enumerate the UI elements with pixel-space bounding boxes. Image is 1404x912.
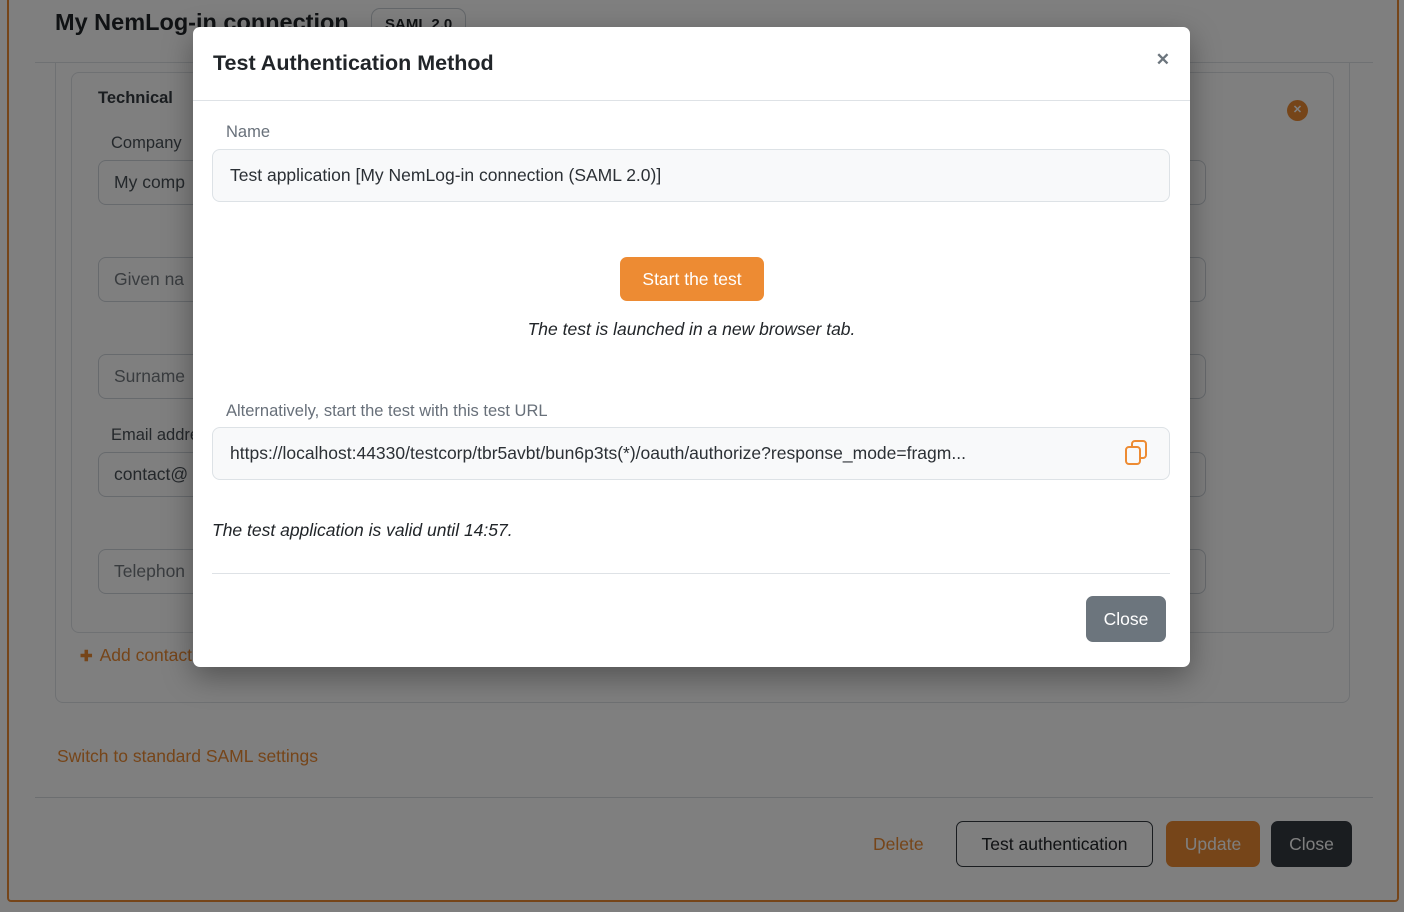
start-test-note: The test is launched in a new browser ta… [193, 319, 1190, 340]
modal-title: Test Authentication Method [213, 51, 494, 76]
copy-icon [1124, 439, 1150, 467]
modal-header: Test Authentication Method ✕ [193, 27, 1190, 101]
modal-footer-divider [212, 573, 1170, 574]
test-app-name-input[interactable] [212, 149, 1170, 202]
modal-close-button[interactable]: Close [1086, 596, 1166, 642]
name-label: Name [226, 123, 270, 142]
start-test-button[interactable]: Start the test [620, 257, 764, 301]
modal-close-x-icon[interactable]: ✕ [1156, 51, 1170, 68]
test-url-label: Alternatively, start the test with this … [226, 402, 548, 421]
test-url-input[interactable] [212, 427, 1170, 480]
test-authentication-modal: Test Authentication Method ✕ Name Start … [193, 27, 1190, 667]
copy-url-button[interactable] [1121, 439, 1153, 469]
validity-note: The test application is valid until 14:5… [212, 520, 513, 541]
